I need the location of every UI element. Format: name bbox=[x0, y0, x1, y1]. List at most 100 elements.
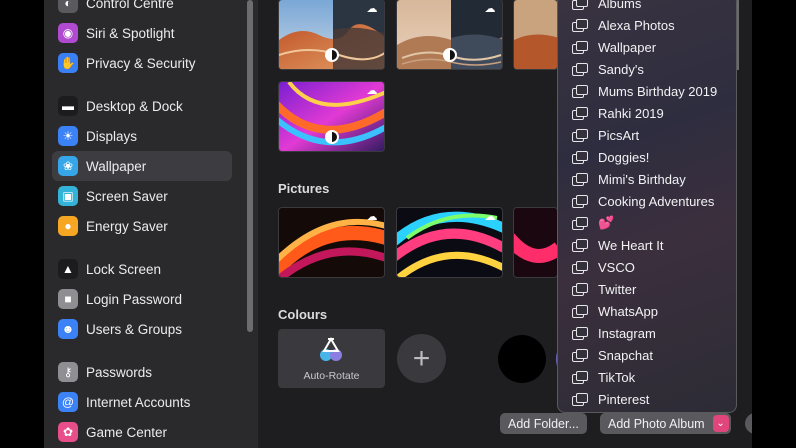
sidebar-item-control-centre[interactable]: ◐ Control Centre bbox=[52, 0, 232, 18]
album-icon bbox=[572, 172, 588, 186]
menu-item-label: Doggies! bbox=[598, 149, 650, 165]
sidebar-item-login-password[interactable]: ■ Login Password bbox=[52, 284, 232, 314]
add-folder-button[interactable]: Add Folder... bbox=[500, 413, 587, 434]
menu-item-label: Wallpaper bbox=[598, 39, 657, 55]
menu-item-label: Cooking Adventures bbox=[598, 193, 715, 209]
sidebar: ◐ Control Centre ◉ Siri & Spotlight ✋ Privacy… bbox=[44, 0, 258, 448]
sidebar-item-internet-accounts[interactable]: @ Internet Accounts bbox=[52, 387, 232, 417]
dynamic-mode-icon bbox=[325, 130, 339, 144]
auto-rotate-tile[interactable]: Auto-Rotate bbox=[278, 329, 385, 388]
menu-item-album[interactable]: Sandy's bbox=[558, 58, 736, 80]
album-icon bbox=[572, 326, 588, 340]
sidebar-scrollbar[interactable] bbox=[247, 0, 253, 332]
sidebar-item-label: Lock Screen bbox=[86, 261, 162, 277]
wallpaper-thumb-macos-pink[interactable] bbox=[513, 207, 558, 278]
menu-item-album[interactable]: Doggies! bbox=[558, 146, 736, 168]
menu-item-label: Sandy's bbox=[598, 61, 644, 77]
album-icon bbox=[572, 304, 588, 318]
cloud-download-icon[interactable]: ☁ bbox=[364, 211, 380, 223]
abstract-image bbox=[514, 208, 557, 277]
menu-item-album[interactable]: WhatsApp bbox=[558, 300, 736, 322]
menu-item-album[interactable]: Mums Birthday 2019 bbox=[558, 80, 736, 102]
sidebar-item-siri-spotlight[interactable]: ◉ Siri & Spotlight bbox=[52, 18, 232, 48]
menu-item-label: Albums bbox=[598, 0, 642, 11]
sidebar-item-users-groups[interactable]: ☻ Users & Groups bbox=[52, 314, 232, 344]
sidebar-item-label: Wallpaper bbox=[86, 158, 147, 174]
photo-album-dropdown-menu: Albums Alexa Photos Wallpaper Sandy's Mums B… bbox=[557, 0, 737, 413]
sidebar-item-label: Internet Accounts bbox=[86, 394, 191, 410]
dock-icon: ▬ bbox=[58, 96, 78, 116]
cloud-download-icon[interactable]: ☁ bbox=[364, 3, 380, 15]
sidebar-item-displays[interactable]: ☀ Displays bbox=[52, 121, 232, 151]
sidebar-item-label: Privacy & Security bbox=[86, 55, 196, 71]
sidebar-item-privacy-security[interactable]: ✋ Privacy & Security bbox=[52, 48, 232, 78]
hand-icon: ✋ bbox=[58, 53, 78, 73]
menu-item-album[interactable]: Snapchat bbox=[558, 344, 736, 366]
sidebar-item-energy-saver[interactable]: ● Energy Saver bbox=[52, 211, 232, 241]
menu-item-album[interactable]: Pinterest bbox=[558, 388, 736, 410]
album-icon bbox=[572, 392, 588, 406]
album-icon bbox=[572, 282, 588, 296]
menu-item-album[interactable]: Instagram bbox=[558, 322, 736, 344]
menu-item-album[interactable]: Twitter bbox=[558, 278, 736, 300]
desert-image bbox=[514, 0, 557, 69]
cloud-download-icon[interactable]: ☁ bbox=[364, 85, 380, 97]
window-scrollbar[interactable] bbox=[737, 0, 739, 70]
users-icon: ☻ bbox=[58, 319, 78, 339]
add-colour-button[interactable]: + bbox=[397, 334, 446, 383]
menu-item-album[interactable]: TikTok bbox=[558, 366, 736, 388]
colour-swatch-black[interactable] bbox=[498, 335, 546, 383]
cloud-download-icon[interactable]: ☁ bbox=[482, 211, 498, 223]
menu-item-album[interactable]: Wallpaper bbox=[558, 36, 736, 58]
add-photo-album-label: Add Photo Album bbox=[608, 416, 705, 431]
sidebar-item-game-center[interactable]: ✿ Game Center bbox=[52, 417, 232, 447]
wallpaper-thumb-desert-3[interactable] bbox=[513, 0, 558, 70]
menu-item-label: TikTok bbox=[598, 369, 636, 385]
menu-item-album[interactable]: 💕 bbox=[558, 212, 736, 234]
album-icon bbox=[572, 106, 588, 120]
sidebar-item-label: Users & Groups bbox=[86, 321, 183, 337]
colours-section-title: Colours bbox=[278, 307, 328, 322]
pictures-section-title: Pictures bbox=[278, 181, 330, 196]
game-center-icon: ✿ bbox=[58, 422, 78, 442]
album-icon bbox=[572, 0, 588, 10]
menu-item-album[interactable]: PicsArt bbox=[558, 124, 736, 146]
control-centre-icon: ◐ bbox=[58, 0, 78, 13]
sidebar-item-label: Displays bbox=[86, 128, 138, 144]
add-photo-album-button[interactable]: Add Photo Album ⌄ bbox=[600, 413, 731, 434]
menu-item-album[interactable]: Rahki 2019 bbox=[558, 102, 736, 124]
wallpaper-thumb-desert-1[interactable]: ☁ bbox=[278, 0, 385, 70]
wallpaper-thumb-macos-orange[interactable]: ☁ bbox=[278, 207, 385, 278]
menu-item-album[interactable]: We Heart It bbox=[558, 234, 736, 256]
wallpaper-thumb-desert-2[interactable]: ☁ bbox=[396, 0, 503, 70]
album-icon bbox=[572, 150, 588, 164]
wallpaper-thumb-macos-rainbow[interactable]: ☁ bbox=[396, 207, 503, 278]
wallpaper-thumb-abstract-magenta[interactable]: ☁ bbox=[278, 81, 385, 152]
cloud-download-icon[interactable]: ☁ bbox=[482, 3, 498, 15]
menu-item-album[interactable]: VSCO bbox=[558, 256, 736, 278]
menu-item-label: Instagram bbox=[598, 325, 656, 341]
sidebar-item-passwords[interactable]: ⚷ Passwords bbox=[52, 357, 232, 387]
menu-item-label: Mimi's Birthday bbox=[598, 171, 686, 187]
album-icon bbox=[572, 62, 588, 76]
sidebar-item-label: Game Center bbox=[86, 424, 168, 440]
menu-item-label: Alexa Photos bbox=[598, 17, 675, 33]
siri-icon: ◉ bbox=[58, 23, 78, 43]
album-icon bbox=[572, 238, 588, 252]
album-icon bbox=[572, 370, 588, 384]
sidebar-item-desktop-dock[interactable]: ▬ Desktop & Dock bbox=[52, 91, 232, 121]
menu-item-label: We Heart It bbox=[598, 237, 664, 253]
menu-item-album[interactable]: Mimi's Birthday bbox=[558, 168, 736, 190]
sidebar-item-lock-screen[interactable]: ▲ Lock Screen bbox=[52, 254, 232, 284]
menu-item-album[interactable]: Alexa Photos bbox=[558, 14, 736, 36]
bulb-icon: ● bbox=[58, 216, 78, 236]
menu-item-album[interactable]: Cooking Adventures bbox=[558, 190, 736, 212]
sidebar-item-wallpaper[interactable]: ❀ Wallpaper bbox=[52, 151, 232, 181]
album-icon bbox=[572, 260, 588, 274]
dynamic-mode-icon bbox=[443, 48, 457, 62]
sidebar-item-screen-saver[interactable]: ▣ Screen Saver bbox=[52, 181, 232, 211]
menu-item-album[interactable]: Albums bbox=[558, 0, 736, 14]
help-button[interactable]: ? bbox=[745, 413, 752, 434]
album-icon bbox=[572, 216, 588, 230]
sidebar-item-label: Passwords bbox=[86, 364, 153, 380]
